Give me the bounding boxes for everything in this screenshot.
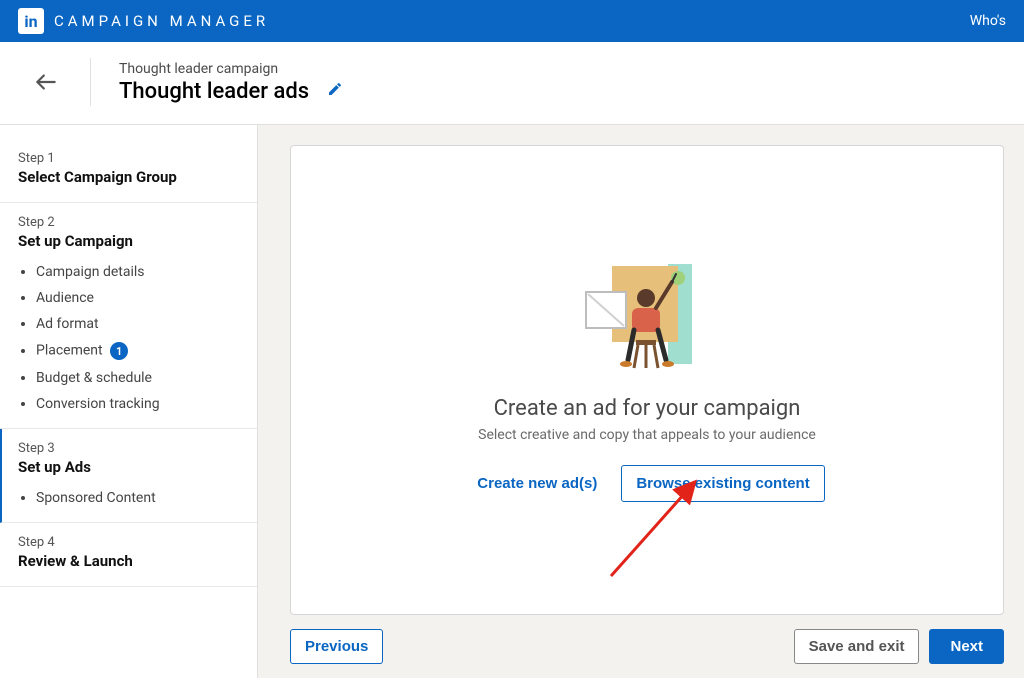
sidebar-step-2[interactable]: Step 2 Set up Campaign Campaign details … [0, 203, 257, 429]
sidebar-item-budget-schedule[interactable]: Budget & schedule [36, 370, 239, 386]
step-label: Step 2 [18, 215, 239, 230]
back-button[interactable] [30, 66, 62, 98]
step-title: Review & Launch [18, 552, 239, 570]
placement-badge: 1 [110, 342, 128, 360]
card-actions: Create new ad(s) Browse existing content [469, 465, 824, 502]
arrow-left-icon [33, 69, 59, 95]
previous-button[interactable]: Previous [290, 629, 383, 664]
step-title: Set up Campaign [18, 232, 239, 250]
step-title: Set up Ads [18, 458, 239, 476]
card-title: Create an ad for your campaign [494, 396, 801, 421]
sidebar-item-sponsored-content[interactable]: Sponsored Content [36, 490, 239, 506]
card-subtitle: Select creative and copy that appeals to… [478, 427, 816, 443]
header-divider [90, 58, 91, 106]
sidebar-item-ad-format[interactable]: Ad format [36, 316, 239, 332]
sidebar-step-4[interactable]: Step 4 Review & Launch [0, 523, 257, 587]
sidebar: Step 1 Select Campaign Group Step 2 Set … [0, 125, 258, 678]
footer-actions: Previous Save and exit Next [290, 629, 1004, 664]
save-and-exit-button[interactable]: Save and exit [794, 629, 920, 664]
topbar-right-text[interactable]: Who's [970, 13, 1006, 29]
header-titles: Thought leader campaign Thought leader a… [119, 61, 343, 104]
browse-existing-content-button[interactable]: Browse existing content [621, 465, 824, 502]
pencil-icon [327, 81, 343, 97]
create-ad-card: Create an ad for your campaign Select cr… [290, 145, 1004, 615]
edit-name-button[interactable] [327, 81, 343, 101]
step-title: Select Campaign Group [18, 168, 239, 186]
brand: in CAMPAIGN MANAGER [18, 8, 269, 34]
sidebar-item-audience[interactable]: Audience [36, 290, 239, 306]
sidebar-item-campaign-details[interactable]: Campaign details [36, 264, 239, 280]
main-panel: Create an ad for your campaign Select cr… [258, 125, 1024, 678]
step-label: Step 3 [18, 441, 239, 456]
next-button[interactable]: Next [929, 629, 1004, 664]
step-items: Campaign details Audience Ad format Plac… [18, 264, 239, 412]
sidebar-step-1[interactable]: Step 1 Select Campaign Group [0, 139, 257, 203]
campaign-name: Thought leader ads [119, 79, 309, 104]
topbar: in CAMPAIGN MANAGER Who's [0, 0, 1024, 42]
app-title: CAMPAIGN MANAGER [54, 12, 269, 30]
step-items: Sponsored Content [18, 490, 239, 506]
sidebar-item-placement[interactable]: Placement 1 [36, 342, 239, 360]
sidebar-item-label: Placement [36, 343, 103, 359]
sidebar-item-conversion-tracking[interactable]: Conversion tracking [36, 396, 239, 412]
step-label: Step 1 [18, 151, 239, 166]
create-ad-illustration-icon [572, 258, 722, 378]
step-label: Step 4 [18, 535, 239, 550]
body: Step 1 Select Campaign Group Step 2 Set … [0, 125, 1024, 678]
create-new-ads-button[interactable]: Create new ad(s) [469, 465, 605, 502]
sidebar-step-3[interactable]: Step 3 Set up Ads Sponsored Content [0, 429, 257, 523]
linkedin-logo-icon: in [18, 8, 44, 34]
page-header: Thought leader campaign Thought leader a… [0, 42, 1024, 125]
campaign-group-name: Thought leader campaign [119, 61, 343, 77]
